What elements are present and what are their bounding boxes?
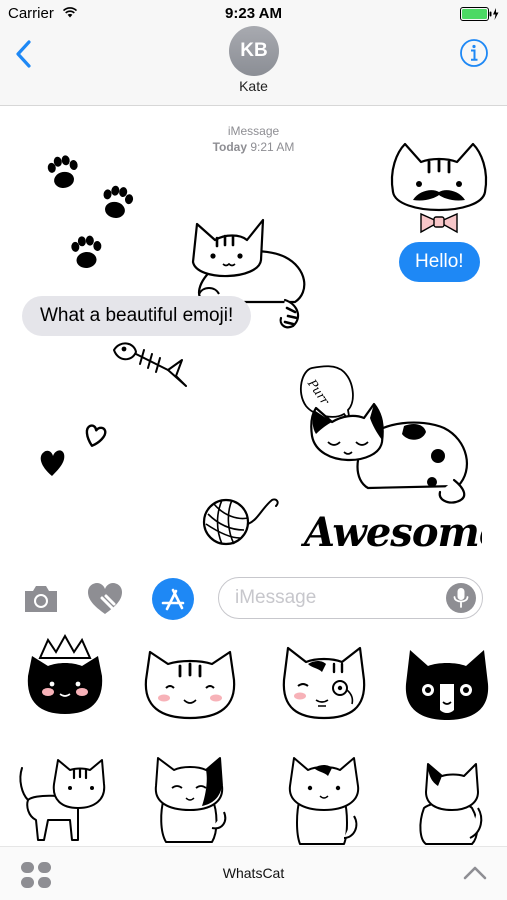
sleeping-cat-sticker[interactable]: Purr xyxy=(298,362,472,506)
heart-icon[interactable] xyxy=(86,582,124,616)
input-bar: iMessage xyxy=(0,572,507,624)
incoming-message-bubble[interactable]: What a beautiful emoji! xyxy=(22,296,252,336)
contact-name[interactable]: Kate xyxy=(0,78,507,94)
message-input[interactable]: iMessage xyxy=(218,577,483,619)
back-icon[interactable] xyxy=(12,38,36,70)
standing-striped-cat-sticker[interactable] xyxy=(14,754,114,844)
info-icon[interactable] xyxy=(459,38,489,68)
awesome-sticker[interactable]: Awesome xyxy=(300,500,482,558)
outgoing-message-bubble[interactable]: Hello! xyxy=(399,242,480,282)
status-time: 9:23 AM xyxy=(225,5,282,22)
avatar[interactable]: KB xyxy=(229,26,279,76)
sitting-cat-sticker[interactable] xyxy=(286,754,362,846)
service-label: iMessage xyxy=(227,124,280,138)
chevron-up-icon[interactable] xyxy=(462,863,488,883)
sticker-drawer xyxy=(0,624,507,846)
mic-glyph xyxy=(453,588,469,608)
mustache-cat-sticker[interactable] xyxy=(385,140,493,240)
hearts-sticker[interactable] xyxy=(36,420,114,480)
paw-prints-sticker[interactable] xyxy=(38,146,138,276)
message-input-placeholder: iMessage xyxy=(235,587,317,608)
mic-icon[interactable] xyxy=(446,583,476,613)
sitting-spotted-cat-sticker[interactable] xyxy=(150,752,230,846)
black-cat-face-sticker[interactable] xyxy=(402,644,492,724)
timestamp-time: 9:21 AM xyxy=(250,140,295,154)
appstore-icon[interactable] xyxy=(152,578,194,620)
avatar-initials: KB xyxy=(240,40,268,61)
battery-icon xyxy=(460,7,499,21)
monocle-cat-sticker[interactable] xyxy=(278,642,370,724)
striped-cat-face-sticker[interactable] xyxy=(140,644,240,724)
crowned-black-cat-sticker[interactable] xyxy=(20,632,110,724)
app-drawer-bar: WhatsCat xyxy=(0,846,507,900)
appstore-glyph xyxy=(161,588,185,611)
status-bar: Carrier 9:23 AM xyxy=(0,0,507,28)
app-name: WhatsCat xyxy=(222,865,285,881)
timestamp-day: Today xyxy=(212,140,248,154)
cat-back-sticker[interactable] xyxy=(414,758,486,846)
awesome-label: Awesome xyxy=(300,509,482,556)
fish-bone-sticker[interactable] xyxy=(110,336,188,390)
yarn-ball-sticker[interactable] xyxy=(200,494,284,548)
camera-icon[interactable] xyxy=(22,584,60,614)
